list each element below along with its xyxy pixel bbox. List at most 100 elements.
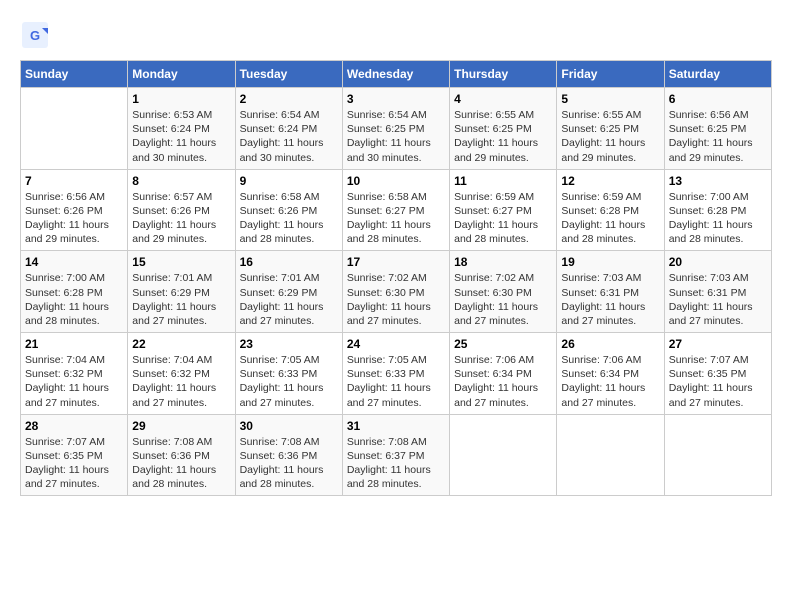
daylight-text: Daylight: 11 hours and 30 minutes. [347, 137, 431, 163]
sunrise-text: Sunrise: 6:54 AM [240, 109, 320, 121]
calendar-cell: 10 Sunrise: 6:58 AM Sunset: 6:27 PM Dayl… [342, 169, 449, 251]
daylight-text: Daylight: 11 hours and 27 minutes. [240, 382, 324, 408]
day-info: Sunrise: 6:54 AM Sunset: 6:24 PM Dayligh… [240, 108, 338, 165]
day-number: 5 [561, 92, 659, 106]
daylight-text: Daylight: 11 hours and 27 minutes. [669, 382, 753, 408]
sunset-text: Sunset: 6:30 PM [347, 287, 425, 299]
daylight-text: Daylight: 11 hours and 28 minutes. [347, 219, 431, 245]
day-number: 2 [240, 92, 338, 106]
day-number: 21 [25, 337, 123, 351]
day-info: Sunrise: 7:05 AM Sunset: 6:33 PM Dayligh… [240, 353, 338, 410]
sunset-text: Sunset: 6:26 PM [25, 205, 103, 217]
sunrise-text: Sunrise: 6:59 AM [454, 191, 534, 203]
day-info: Sunrise: 7:07 AM Sunset: 6:35 PM Dayligh… [669, 353, 767, 410]
sunset-text: Sunset: 6:35 PM [669, 368, 747, 380]
day-info: Sunrise: 7:02 AM Sunset: 6:30 PM Dayligh… [347, 271, 445, 328]
day-info: Sunrise: 7:05 AM Sunset: 6:33 PM Dayligh… [347, 353, 445, 410]
calendar-cell: 18 Sunrise: 7:02 AM Sunset: 6:30 PM Dayl… [450, 251, 557, 333]
calendar-cell: 11 Sunrise: 6:59 AM Sunset: 6:27 PM Dayl… [450, 169, 557, 251]
day-info: Sunrise: 6:53 AM Sunset: 6:24 PM Dayligh… [132, 108, 230, 165]
day-number: 30 [240, 419, 338, 433]
sunrise-text: Sunrise: 7:03 AM [669, 272, 749, 284]
day-info: Sunrise: 7:01 AM Sunset: 6:29 PM Dayligh… [240, 271, 338, 328]
sunrise-text: Sunrise: 7:06 AM [454, 354, 534, 366]
sunset-text: Sunset: 6:36 PM [132, 450, 210, 462]
calendar-cell: 28 Sunrise: 7:07 AM Sunset: 6:35 PM Dayl… [21, 414, 128, 496]
logo-icon: G [20, 20, 50, 50]
calendar-cell: 27 Sunrise: 7:07 AM Sunset: 6:35 PM Dayl… [664, 333, 771, 415]
sunset-text: Sunset: 6:24 PM [240, 123, 318, 135]
sunset-text: Sunset: 6:28 PM [561, 205, 639, 217]
daylight-text: Daylight: 11 hours and 30 minutes. [132, 137, 216, 163]
day-number: 31 [347, 419, 445, 433]
sunset-text: Sunset: 6:28 PM [669, 205, 747, 217]
sunrise-text: Sunrise: 7:01 AM [132, 272, 212, 284]
day-number: 16 [240, 255, 338, 269]
day-info: Sunrise: 7:06 AM Sunset: 6:34 PM Dayligh… [561, 353, 659, 410]
day-info: Sunrise: 6:59 AM Sunset: 6:27 PM Dayligh… [454, 190, 552, 247]
day-info: Sunrise: 6:58 AM Sunset: 6:27 PM Dayligh… [347, 190, 445, 247]
day-info: Sunrise: 7:08 AM Sunset: 6:36 PM Dayligh… [240, 435, 338, 492]
day-info: Sunrise: 7:08 AM Sunset: 6:36 PM Dayligh… [132, 435, 230, 492]
calendar-week-4: 21 Sunrise: 7:04 AM Sunset: 6:32 PM Dayl… [21, 333, 772, 415]
calendar-cell: 23 Sunrise: 7:05 AM Sunset: 6:33 PM Dayl… [235, 333, 342, 415]
daylight-text: Daylight: 11 hours and 27 minutes. [347, 301, 431, 327]
calendar-header: SundayMondayTuesdayWednesdayThursdayFrid… [21, 61, 772, 88]
day-info: Sunrise: 7:04 AM Sunset: 6:32 PM Dayligh… [132, 353, 230, 410]
sunrise-text: Sunrise: 6:55 AM [561, 109, 641, 121]
day-info: Sunrise: 6:58 AM Sunset: 6:26 PM Dayligh… [240, 190, 338, 247]
calendar-cell: 7 Sunrise: 6:56 AM Sunset: 6:26 PM Dayli… [21, 169, 128, 251]
calendar-cell: 2 Sunrise: 6:54 AM Sunset: 6:24 PM Dayli… [235, 88, 342, 170]
calendar-cell: 20 Sunrise: 7:03 AM Sunset: 6:31 PM Dayl… [664, 251, 771, 333]
sunrise-text: Sunrise: 7:05 AM [347, 354, 427, 366]
day-info: Sunrise: 7:07 AM Sunset: 6:35 PM Dayligh… [25, 435, 123, 492]
day-number: 25 [454, 337, 552, 351]
calendar-week-1: 1 Sunrise: 6:53 AM Sunset: 6:24 PM Dayli… [21, 88, 772, 170]
day-number: 1 [132, 92, 230, 106]
calendar-cell: 19 Sunrise: 7:03 AM Sunset: 6:31 PM Dayl… [557, 251, 664, 333]
sunrise-text: Sunrise: 7:08 AM [347, 436, 427, 448]
sunrise-text: Sunrise: 6:57 AM [132, 191, 212, 203]
calendar-cell: 1 Sunrise: 6:53 AM Sunset: 6:24 PM Dayli… [128, 88, 235, 170]
day-number: 22 [132, 337, 230, 351]
sunrise-text: Sunrise: 7:02 AM [454, 272, 534, 284]
day-number: 8 [132, 174, 230, 188]
sunset-text: Sunset: 6:28 PM [25, 287, 103, 299]
calendar-cell: 12 Sunrise: 6:59 AM Sunset: 6:28 PM Dayl… [557, 169, 664, 251]
column-header-tuesday: Tuesday [235, 61, 342, 88]
daylight-text: Daylight: 11 hours and 27 minutes. [669, 301, 753, 327]
sunrise-text: Sunrise: 6:59 AM [561, 191, 641, 203]
sunset-text: Sunset: 6:33 PM [240, 368, 318, 380]
day-number: 20 [669, 255, 767, 269]
day-number: 6 [669, 92, 767, 106]
daylight-text: Daylight: 11 hours and 29 minutes. [25, 219, 109, 245]
day-number: 4 [454, 92, 552, 106]
day-number: 28 [25, 419, 123, 433]
calendar-week-2: 7 Sunrise: 6:56 AM Sunset: 6:26 PM Dayli… [21, 169, 772, 251]
sunset-text: Sunset: 6:25 PM [561, 123, 639, 135]
day-number: 3 [347, 92, 445, 106]
column-header-wednesday: Wednesday [342, 61, 449, 88]
column-header-friday: Friday [557, 61, 664, 88]
daylight-text: Daylight: 11 hours and 29 minutes. [561, 137, 645, 163]
sunset-text: Sunset: 6:35 PM [25, 450, 103, 462]
sunset-text: Sunset: 6:25 PM [454, 123, 532, 135]
sunset-text: Sunset: 6:27 PM [347, 205, 425, 217]
calendar-cell: 8 Sunrise: 6:57 AM Sunset: 6:26 PM Dayli… [128, 169, 235, 251]
calendar-cell [664, 414, 771, 496]
sunrise-text: Sunrise: 7:00 AM [25, 272, 105, 284]
sunrise-text: Sunrise: 7:04 AM [25, 354, 105, 366]
daylight-text: Daylight: 11 hours and 27 minutes. [240, 301, 324, 327]
sunrise-text: Sunrise: 6:56 AM [669, 109, 749, 121]
calendar-cell: 29 Sunrise: 7:08 AM Sunset: 6:36 PM Dayl… [128, 414, 235, 496]
sunrise-text: Sunrise: 7:08 AM [240, 436, 320, 448]
calendar-cell: 31 Sunrise: 7:08 AM Sunset: 6:37 PM Dayl… [342, 414, 449, 496]
calendar-table: SundayMondayTuesdayWednesdayThursdayFrid… [20, 60, 772, 496]
calendar-cell: 13 Sunrise: 7:00 AM Sunset: 6:28 PM Dayl… [664, 169, 771, 251]
sunset-text: Sunset: 6:30 PM [454, 287, 532, 299]
calendar-cell: 21 Sunrise: 7:04 AM Sunset: 6:32 PM Dayl… [21, 333, 128, 415]
sunrise-text: Sunrise: 7:07 AM [25, 436, 105, 448]
day-number: 10 [347, 174, 445, 188]
sunrise-text: Sunrise: 7:08 AM [132, 436, 212, 448]
daylight-text: Daylight: 11 hours and 28 minutes. [561, 219, 645, 245]
